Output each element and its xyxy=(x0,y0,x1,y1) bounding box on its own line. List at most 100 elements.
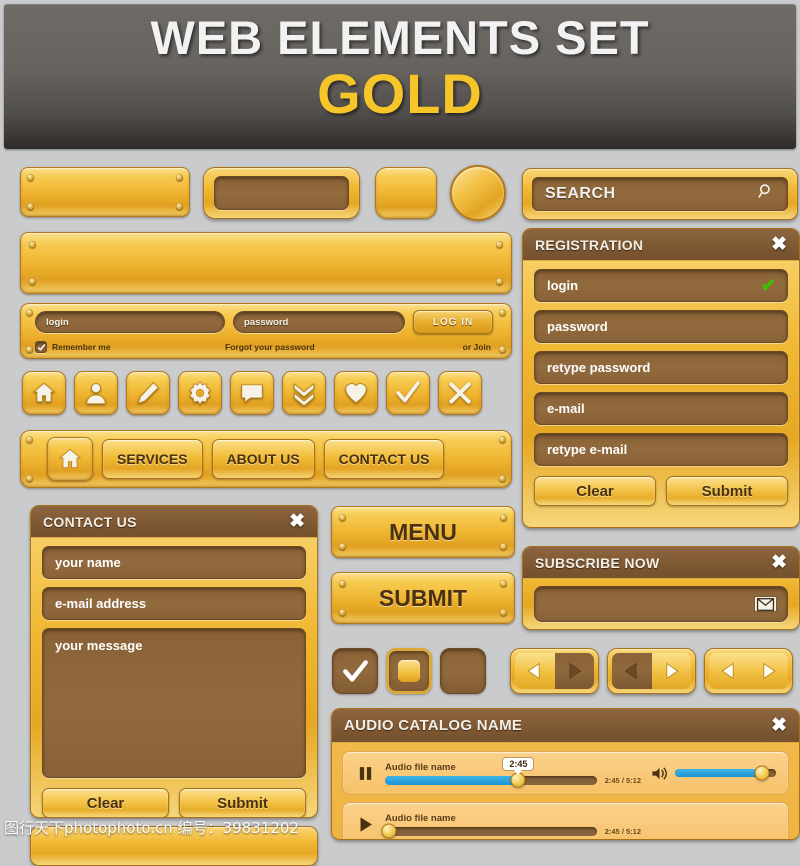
checkbox-checked[interactable] xyxy=(332,648,378,694)
next-button[interactable] xyxy=(554,653,594,689)
audio-player-panel: AUDIO CATALOG NAME ✖ Audio file name 2:4… xyxy=(331,708,800,840)
audio-time-label: 2:45 / 5:12 xyxy=(604,826,641,836)
blank-plate-long[interactable] xyxy=(20,232,512,294)
audio-progress-slider[interactable]: 2:45 xyxy=(385,756,597,788)
registration-field-email[interactable]: e-mail xyxy=(534,392,788,425)
registration-field-retype-email[interactable]: retype e-mail xyxy=(534,433,788,466)
blank-circle-button[interactable] xyxy=(450,165,506,221)
play-icon xyxy=(360,816,372,832)
rivet-icon xyxy=(26,309,33,316)
login-submit-button[interactable]: LOG IN xyxy=(413,310,493,334)
menu-button[interactable]: MENU xyxy=(331,506,515,558)
close-icon[interactable]: ✖ xyxy=(289,512,305,531)
pause-icon[interactable] xyxy=(355,765,375,782)
contact-email-input[interactable]: e-mail address xyxy=(42,587,306,620)
user-icon-button[interactable] xyxy=(74,371,118,415)
join-link[interactable]: or Join xyxy=(405,342,497,352)
forgot-password-link[interactable]: Forgot your password xyxy=(225,342,405,352)
checkbox-filled[interactable] xyxy=(386,648,432,694)
next-button[interactable] xyxy=(651,653,691,689)
nav-item-services[interactable]: SERVICES xyxy=(102,439,203,479)
login-password-input[interactable]: password xyxy=(233,311,405,333)
double-chevron-down-icon-button[interactable] xyxy=(282,371,326,415)
button-label: Clear xyxy=(86,794,125,812)
heart-icon-button[interactable] xyxy=(334,371,378,415)
nav-item-about-us[interactable]: ABOUT US xyxy=(211,439,315,479)
user-icon xyxy=(86,383,106,405)
envelope-icon[interactable] xyxy=(754,596,777,612)
rivet-icon xyxy=(176,203,183,210)
chevron-left-icon xyxy=(624,662,637,680)
prev-button[interactable] xyxy=(515,653,555,689)
nav-home-button[interactable] xyxy=(47,437,93,481)
rivet-icon xyxy=(29,278,36,285)
field-value: e-mail xyxy=(547,401,585,416)
audio-progress-slider[interactable] xyxy=(381,823,597,839)
field-value: your message xyxy=(55,638,143,653)
search-input[interactable]: SEARCH xyxy=(532,177,788,211)
audio-progress-knob[interactable] xyxy=(381,823,397,839)
login-username-input[interactable]: login xyxy=(35,311,225,333)
subscribe-title: SUBSCRIBE NOW xyxy=(535,554,660,571)
registration-clear-button[interactable]: Clear xyxy=(534,476,656,506)
audio-progress-knob[interactable] xyxy=(510,772,526,788)
blank-inset-field[interactable] xyxy=(203,167,360,219)
registration-submit-button[interactable]: Submit xyxy=(666,476,788,506)
home-icon-button[interactable] xyxy=(22,371,66,415)
nav-item-label: ABOUT US xyxy=(226,451,300,467)
next-button[interactable] xyxy=(748,653,788,689)
audio-progress-row: 2:45 2:45 / 5:12 xyxy=(385,756,641,788)
registration-field-login[interactable]: login ✔ xyxy=(534,269,788,302)
blank-plate-wide[interactable] xyxy=(20,167,190,217)
contact-name-input[interactable]: your name xyxy=(42,546,306,579)
gear-icon xyxy=(189,380,211,406)
audio-volume-knob[interactable] xyxy=(754,765,770,781)
home-icon xyxy=(58,448,82,469)
play-icon[interactable] xyxy=(355,816,375,833)
pencil-icon xyxy=(137,382,159,405)
contact-message-textarea[interactable]: your message xyxy=(42,628,306,778)
prev-button[interactable] xyxy=(612,653,652,689)
subscribe-panel: SUBSCRIBE NOW ✖ xyxy=(522,546,800,630)
blank-square-button[interactable] xyxy=(375,167,437,219)
inset-field-inner xyxy=(214,176,349,210)
page-subtitle: GOLD xyxy=(317,62,483,125)
remember-me-row[interactable]: Remember me xyxy=(35,341,225,353)
audio-header: AUDIO CATALOG NAME ✖ xyxy=(332,709,799,743)
audio-progress-tooltip: 2:45 xyxy=(502,756,535,771)
rivet-icon xyxy=(29,241,36,248)
page-title: WEB ELEMENTS SET xyxy=(150,11,650,64)
contact-us-panel: CONTACT US ✖ your name e-mail address yo… xyxy=(30,505,318,818)
submit-button[interactable]: SUBMIT xyxy=(331,572,515,624)
check-icon-button[interactable] xyxy=(386,371,430,415)
rivet-icon xyxy=(499,346,506,353)
pencil-icon-button[interactable] xyxy=(126,371,170,415)
rivet-icon xyxy=(499,436,506,443)
remember-me-checkbox[interactable] xyxy=(35,341,47,353)
field-value: retype password xyxy=(547,360,651,375)
prev-button[interactable] xyxy=(709,653,749,689)
gear-icon-button[interactable] xyxy=(178,371,222,415)
speech-bubble-icon-button[interactable] xyxy=(230,371,274,415)
search-icon[interactable] xyxy=(757,183,775,206)
check-icon xyxy=(342,659,368,682)
contact-submit-button[interactable]: Submit xyxy=(179,788,306,817)
header-banner: WEB ELEMENTS SET GOLD xyxy=(4,4,796,149)
rivet-icon xyxy=(27,174,34,181)
contact-clear-button[interactable]: Clear xyxy=(42,788,169,817)
checkbox-empty[interactable] xyxy=(440,648,486,694)
subscribe-email-input[interactable] xyxy=(534,586,788,622)
login-bar: login password LOG IN Remember me Forgot… xyxy=(20,303,512,359)
close-icon[interactable]: ✖ xyxy=(771,235,787,254)
close-x-icon-button[interactable] xyxy=(438,371,482,415)
search-bar[interactable]: SEARCH xyxy=(522,168,798,220)
close-icon[interactable]: ✖ xyxy=(771,553,787,572)
rivet-icon xyxy=(496,278,503,285)
audio-track-name: Audio file name xyxy=(385,812,456,824)
filled-square-icon xyxy=(398,660,420,682)
registration-field-password[interactable]: password xyxy=(534,310,788,343)
audio-volume-slider[interactable] xyxy=(675,765,776,781)
registration-field-retype-password[interactable]: retype password xyxy=(534,351,788,384)
nav-item-contact-us[interactable]: CONTACT US xyxy=(323,439,445,479)
close-icon[interactable]: ✖ xyxy=(771,716,787,735)
